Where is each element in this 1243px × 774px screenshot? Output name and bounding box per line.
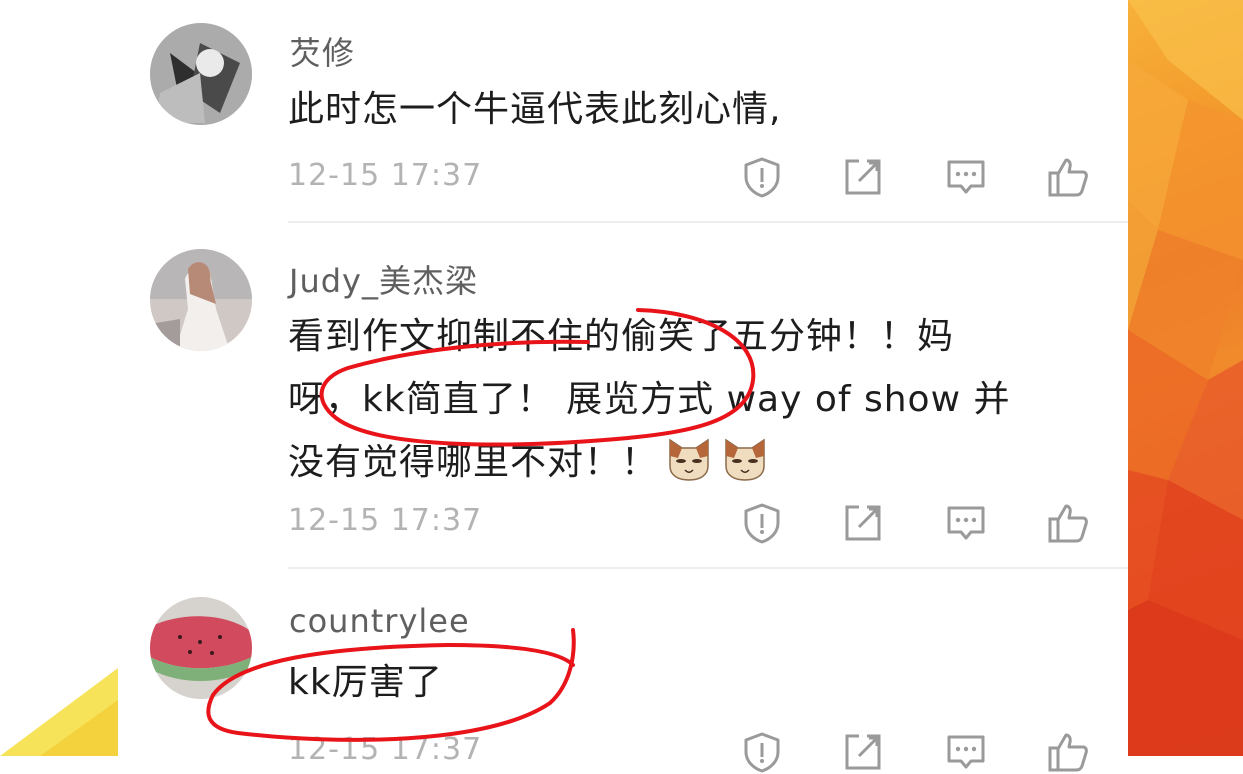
like-button[interactable] bbox=[1046, 155, 1090, 199]
comment-text-line: 看到作文抑制不住的偷笑了五分钟！！妈 bbox=[288, 316, 955, 357]
reply-button[interactable] bbox=[944, 155, 988, 199]
like-icon bbox=[1048, 158, 1088, 197]
reply-icon bbox=[947, 160, 985, 194]
like-button[interactable] bbox=[1046, 501, 1090, 545]
report-button[interactable] bbox=[740, 155, 784, 199]
comment-text-line: 没有觉得哪里不对！！ bbox=[288, 431, 1088, 494]
report-icon bbox=[744, 732, 780, 773]
divider bbox=[288, 221, 1128, 223]
avatar[interactable] bbox=[150, 249, 252, 351]
background-decor-left bbox=[0, 660, 118, 756]
report-button[interactable] bbox=[740, 501, 784, 545]
reply-button[interactable] bbox=[944, 501, 988, 545]
share-button[interactable] bbox=[841, 730, 885, 774]
comment-text-line: 呀，kk简直了！ 展览方式 way of show 并 bbox=[288, 379, 1011, 420]
like-icon bbox=[1048, 504, 1088, 543]
share-button[interactable] bbox=[841, 501, 885, 545]
timestamp: 12-15 17:37 bbox=[288, 503, 483, 538]
comment-text: kk厉害了 bbox=[288, 662, 443, 703]
comment-text-segment: 没有觉得哪里不对！！ bbox=[288, 442, 659, 483]
timestamp: 12-15 17:37 bbox=[288, 732, 483, 767]
cat-emoji-icon bbox=[664, 432, 714, 482]
share-icon bbox=[845, 505, 881, 541]
share-icon bbox=[845, 159, 881, 195]
share-icon bbox=[845, 734, 881, 770]
report-icon bbox=[744, 157, 780, 198]
reply-icon bbox=[947, 506, 985, 540]
reply-icon bbox=[947, 735, 985, 769]
background-decor-right bbox=[1128, 0, 1243, 756]
like-button[interactable] bbox=[1046, 730, 1090, 774]
comment-list: 芡修 此时怎一个牛逼代表此刻心情, 12-15 17:37 Judy_美杰梁 看… bbox=[118, 0, 1128, 773]
username[interactable]: countrylee bbox=[289, 602, 470, 640]
avatar[interactable] bbox=[150, 23, 252, 125]
avatar[interactable] bbox=[150, 597, 252, 699]
timestamp: 12-15 17:37 bbox=[288, 158, 483, 193]
cat-emoji-icon bbox=[720, 432, 770, 482]
comment-text: 此时怎一个牛逼代表此刻心情, bbox=[288, 89, 782, 130]
share-button[interactable] bbox=[841, 155, 885, 199]
like-icon bbox=[1048, 733, 1088, 772]
username[interactable]: 芡修 bbox=[289, 28, 355, 74]
report-button[interactable] bbox=[740, 730, 784, 774]
divider bbox=[288, 567, 1128, 569]
username[interactable]: Judy_美杰梁 bbox=[289, 256, 478, 302]
report-icon bbox=[744, 503, 780, 544]
reply-button[interactable] bbox=[944, 730, 988, 774]
comment-text: 看到作文抑制不住的偷笑了五分钟！！妈 呀，kk简直了！ 展览方式 way of … bbox=[288, 305, 1088, 494]
